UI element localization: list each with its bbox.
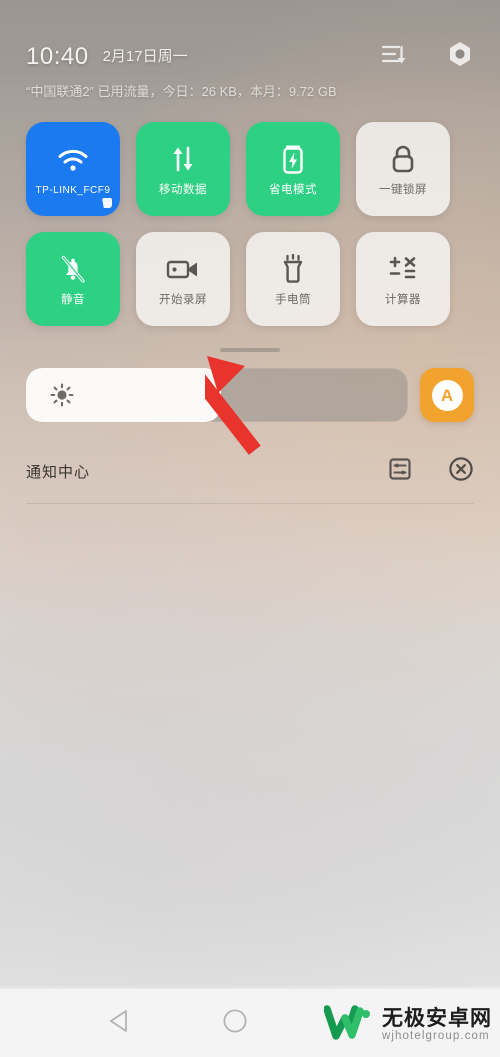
tile-wifi-label: TP-LINK_FCF9 xyxy=(35,184,111,196)
wifi-icon xyxy=(57,143,89,177)
tile-lock-screen-label: 一键锁屏 xyxy=(379,183,427,196)
mobile-data-icon xyxy=(170,142,196,176)
tile-calculator[interactable]: 计算器 xyxy=(356,232,450,326)
notification-center-title: 通知中心 xyxy=(26,464,91,481)
header-icon-group xyxy=(380,40,474,73)
w-logo-icon xyxy=(323,1002,374,1049)
notification-center-divider xyxy=(26,503,474,504)
auto-brightness-label: A xyxy=(431,379,463,411)
tile-screen-record[interactable]: 开始录屏 xyxy=(136,232,230,326)
clock-date: 2月17日周一 xyxy=(102,48,188,65)
calculator-icon xyxy=(388,252,418,286)
tile-mobile-data[interactable]: 移动数据 xyxy=(136,122,230,216)
panel-drag-handle[interactable] xyxy=(220,348,280,352)
tile-lock-screen[interactable]: 一键锁屏 xyxy=(356,122,450,216)
tile-power-saving-label: 省电模式 xyxy=(269,183,317,196)
brightness-slider[interactable] xyxy=(26,368,408,422)
tile-wifi[interactable]: TP-LINK_FCF9 xyxy=(26,122,120,216)
tile-flashlight-label: 手电筒 xyxy=(275,293,311,306)
wifi-corner-badge-icon xyxy=(102,198,112,208)
notification-center-header: 通知中心 xyxy=(0,422,500,487)
home-circle-icon[interactable] xyxy=(222,1008,248,1039)
watermark-text: 无极安卓网 wjhotelgroup.com xyxy=(382,1007,492,1043)
video-camera-icon xyxy=(166,252,200,286)
sort-descending-icon[interactable] xyxy=(380,41,406,72)
tile-screen-record-label: 开始录屏 xyxy=(159,293,207,306)
battery-saver-icon xyxy=(282,142,304,176)
data-usage-text: “中国联通2” 已用流量，今日：26 KB，本月：9.72 GB xyxy=(26,84,337,99)
back-triangle-icon[interactable] xyxy=(108,1008,134,1039)
tile-mute-label: 静音 xyxy=(61,293,85,306)
status-header: 10:40 2月17日周一 “中国联通2” 已用流量，今日：26 KB，本月：9… xyxy=(0,0,500,100)
clock-time: 10:40 xyxy=(26,42,89,70)
tile-power-saving[interactable]: 省电模式 xyxy=(246,122,340,216)
quick-settings-tile-grid: TP-LINK_FCF9 移动数据 省电模式 一键锁屏 静音 开始录屏 手电筒 … xyxy=(0,100,500,326)
tile-mobile-data-label: 移动数据 xyxy=(159,183,207,196)
quick-settings-screen: 10:40 2月17日周一 “中国联通2” 已用流量，今日：26 KB，本月：9… xyxy=(0,0,500,1057)
site-watermark: 无极安卓网 wjhotelgroup.com xyxy=(323,1002,492,1049)
watermark-site-name: 无极安卓网 xyxy=(382,1007,492,1031)
clear-all-icon[interactable] xyxy=(448,456,474,487)
tile-calculator-label: 计算器 xyxy=(385,293,421,306)
auto-brightness-button[interactable]: A xyxy=(420,368,474,422)
status-header-row: 10:40 2月17日周一 xyxy=(26,40,474,73)
tile-mute[interactable]: 静音 xyxy=(26,232,120,326)
sun-icon xyxy=(50,383,74,407)
brightness-row: A xyxy=(0,352,500,422)
bell-muted-icon xyxy=(59,252,87,286)
notification-settings-icon[interactable] xyxy=(388,457,412,486)
flashlight-icon xyxy=(281,252,305,286)
panel-drag-handle-wrap xyxy=(0,326,500,352)
lock-icon xyxy=(390,142,416,176)
notification-center-actions xyxy=(388,456,474,487)
tile-flashlight[interactable]: 手电筒 xyxy=(246,232,340,326)
watermark-site-url: wjhotelgroup.com xyxy=(382,1030,490,1043)
gear-icon[interactable] xyxy=(446,40,474,73)
